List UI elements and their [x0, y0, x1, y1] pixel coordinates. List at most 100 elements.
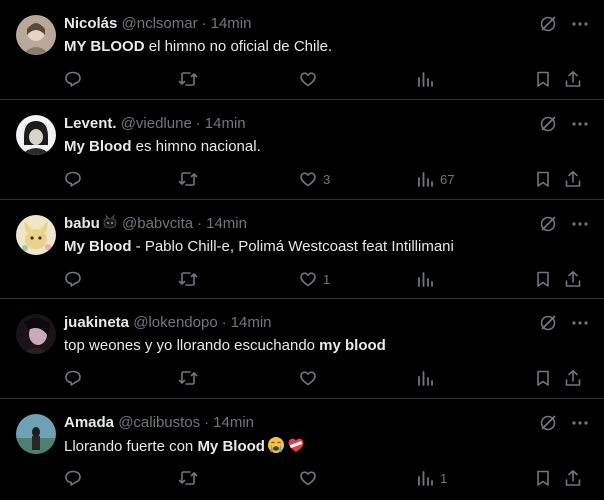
retweet-icon [178, 172, 198, 186]
user-handle[interactable]: @viedlune [121, 115, 192, 132]
tweet-text-regular: - Pablo Chill-e, Polimá Westcoast feat I… [131, 238, 454, 255]
reply-button[interactable] [64, 268, 82, 290]
grok-icon[interactable] [538, 14, 558, 34]
views-icon [418, 172, 433, 187]
avatar[interactable] [16, 15, 56, 55]
tweet-actions: 1 [64, 268, 588, 290]
timestamp[interactable]: 14min [205, 115, 246, 132]
like-button[interactable]: 3 [299, 168, 330, 190]
avatar[interactable] [16, 215, 56, 255]
like-button[interactable]: 1 [299, 268, 330, 290]
retweet-button[interactable] [178, 68, 198, 90]
like-button[interactable] [299, 367, 323, 389]
share-button[interactable] [564, 268, 582, 290]
user-handle[interactable]: @nclsomar [122, 15, 198, 32]
crying-face-emoji-icon [267, 436, 285, 460]
display-name[interactable]: Levent. [64, 115, 117, 132]
share-button[interactable] [564, 467, 582, 489]
views-icon [418, 371, 433, 386]
tweet[interactable]: babu @babvcita · 14min My Blood - Pablo Ch… [0, 200, 604, 299]
tweet-text-bold: My Blood [64, 138, 132, 155]
bookmark-button[interactable] [534, 268, 552, 290]
views-button[interactable] [416, 268, 440, 290]
more-options-icon[interactable] [570, 214, 590, 234]
tweet-header: Nicolás @nclsomar · 14min [64, 14, 251, 34]
views-button[interactable] [416, 367, 440, 389]
tweet-text-bold: My Blood [197, 438, 265, 455]
retweet-button[interactable] [178, 467, 198, 489]
share-icon [565, 271, 581, 287]
timestamp[interactable]: 14min [206, 215, 247, 232]
like-count: 1 [323, 271, 331, 287]
user-handle[interactable]: @lokendopo [133, 314, 217, 331]
tweet-actions [64, 68, 588, 90]
avatar[interactable] [16, 314, 56, 354]
more-options-icon[interactable] [570, 413, 590, 433]
bookmark-button[interactable] [534, 367, 552, 389]
reply-icon [65, 470, 81, 486]
bookmark-button[interactable] [534, 467, 552, 489]
display-name[interactable]: Amada [64, 414, 114, 431]
tweet-top-icons [538, 214, 590, 234]
grok-icon[interactable] [538, 214, 558, 234]
bookmark-icon [537, 271, 549, 287]
avatar[interactable] [16, 414, 56, 454]
share-button[interactable] [564, 68, 582, 90]
tweet-text-regular: Llorando fuerte con [64, 438, 198, 455]
views-button[interactable] [416, 68, 440, 90]
tweet-text-regular: es himno nacional. [131, 138, 261, 155]
tweet-top-icons [538, 313, 590, 333]
timestamp[interactable]: 14min [231, 314, 272, 331]
tweet-text: My Blood es himno nacional. [64, 137, 261, 157]
tweet[interactable]: Amada @calibustos · 14min Llorando fuerte … [0, 399, 604, 500]
tweet[interactable]: Levent. @viedlune · 14min My Blood es himn… [0, 100, 604, 200]
tweet-top-icons [538, 14, 590, 34]
tweet-header: juakineta @lokendopo · 14min [64, 313, 272, 333]
timestamp[interactable]: 14min [211, 15, 252, 32]
reply-button[interactable] [64, 367, 82, 389]
user-handle[interactable]: @babvcita [122, 215, 193, 232]
user-handle[interactable]: @calibustos [118, 414, 200, 431]
tweet-actions [64, 367, 588, 389]
views-icon [418, 471, 433, 486]
views-count: 67 [440, 171, 455, 187]
avatar[interactable] [16, 115, 56, 155]
tweet[interactable]: Nicolás @nclsomar · 14min MY BLOOD el himn… [0, 0, 604, 100]
tweet[interactable]: juakineta @lokendopo · 14min top weones y … [0, 299, 604, 399]
share-button[interactable] [564, 168, 582, 190]
more-options-icon[interactable] [570, 313, 590, 333]
retweet-button[interactable] [178, 268, 198, 290]
share-button[interactable] [564, 367, 582, 389]
tweet-text-bold: My Blood [64, 238, 132, 255]
reply-button[interactable] [64, 68, 82, 90]
tweet-text: MY BLOOD el himno no oficial de Chile. [64, 37, 332, 57]
display-name[interactable]: Nicolás [64, 15, 117, 32]
views-button[interactable]: 1 [416, 467, 447, 489]
reply-button[interactable] [64, 168, 82, 190]
tweet-text-regular: el himno no oficial de Chile. [144, 38, 333, 55]
heart-icon [300, 371, 316, 386]
retweet-button[interactable] [178, 367, 198, 389]
display-name[interactable]: babu [64, 215, 100, 232]
tweet-text-regular: top weones y yo llorando escuchando [64, 337, 320, 354]
reply-button[interactable] [64, 467, 82, 489]
bookmark-icon [537, 171, 549, 187]
bookmark-button[interactable] [534, 68, 552, 90]
more-options-icon[interactable] [570, 114, 590, 134]
retweet-button[interactable] [178, 168, 198, 190]
grok-icon[interactable] [538, 114, 558, 134]
views-button[interactable]: 67 [416, 168, 454, 190]
bookmark-button[interactable] [534, 168, 552, 190]
like-count: 3 [323, 171, 331, 187]
like-button[interactable] [299, 467, 323, 489]
grok-icon[interactable] [538, 313, 558, 333]
heart-icon [300, 471, 316, 486]
like-button[interactable] [299, 68, 323, 90]
more-options-icon[interactable] [570, 14, 590, 34]
retweet-icon [178, 72, 198, 86]
retweet-icon [178, 471, 198, 485]
grok-icon[interactable] [538, 413, 558, 433]
display-name[interactable]: juakineta [64, 314, 129, 331]
share-icon [565, 370, 581, 386]
timestamp[interactable]: 14min [213, 414, 254, 431]
